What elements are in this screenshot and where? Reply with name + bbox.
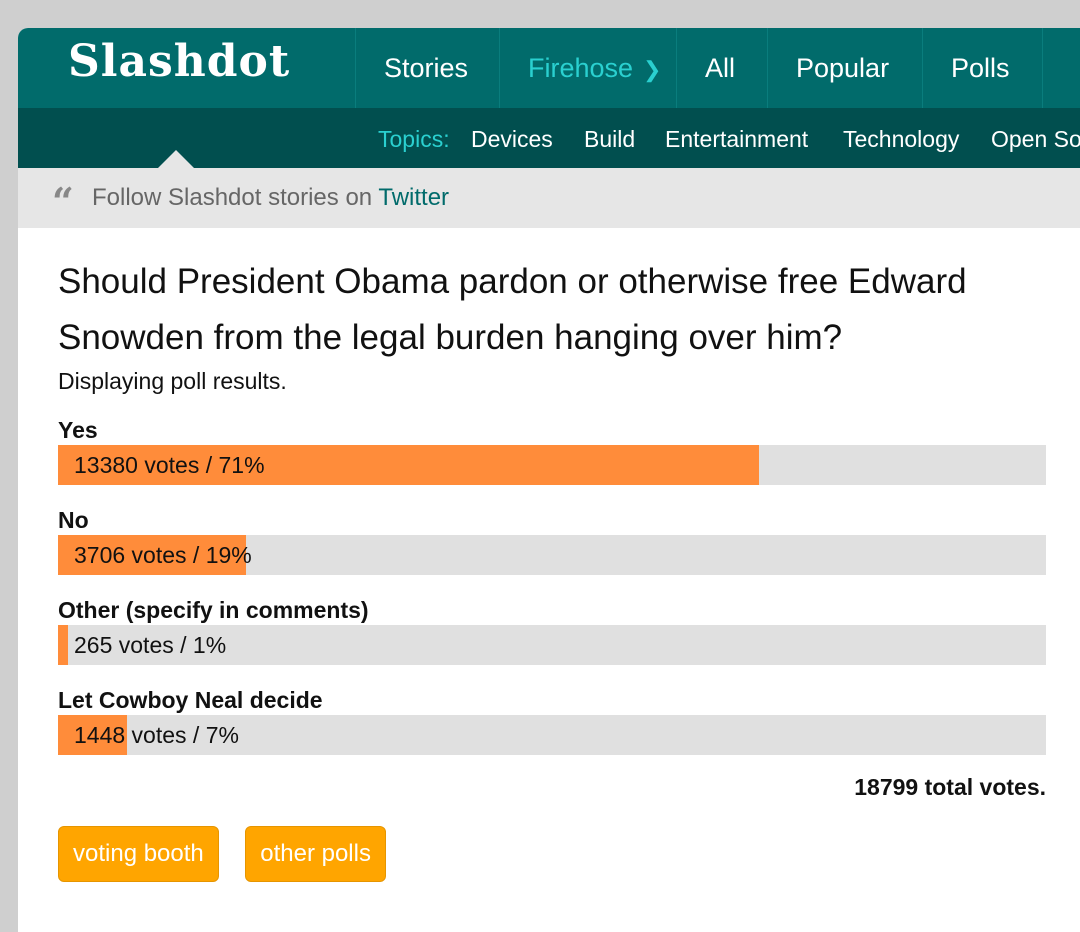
result-text: 13380 votes / 71%	[74, 452, 265, 478]
poll-option: No 3706 votes / 19%	[58, 505, 1048, 575]
follow-message: Follow Slashdot stories on	[92, 184, 379, 211]
nav-popular[interactable]: Popular	[767, 28, 917, 108]
chevron-right-icon: ❯	[643, 57, 662, 82]
poll-results: Should President Obama pardon or otherwi…	[58, 254, 1048, 882]
topics-label: Topics:	[378, 126, 450, 152]
option-label: No	[58, 507, 89, 533]
result-bar: 265 votes / 1%	[58, 625, 1046, 665]
nav-firehose[interactable]: Firehose ❯	[499, 28, 681, 108]
topic-open-source[interactable]: Open So	[991, 108, 1080, 168]
other-polls-button[interactable]: other polls	[245, 826, 386, 882]
result-text: 265 votes / 1%	[74, 632, 227, 658]
poll-option: Other (specify in comments) 265 votes / …	[58, 595, 1048, 665]
nav-all-label: All	[705, 53, 736, 83]
top-nav: Slashdot Stories Firehose ❯ All Popular P…	[18, 28, 1080, 108]
topic-build[interactable]: Build	[584, 108, 635, 168]
nav-firehose-label: Firehose	[528, 53, 634, 83]
slashdot-logo[interactable]: Slashdot	[68, 36, 290, 87]
topic-entertainment[interactable]: Entertainment	[665, 108, 808, 168]
browser-viewport: Slashdot Stories Firehose ❯ All Popular P…	[18, 28, 1080, 932]
poll-question: Should President Obama pardon or otherwi…	[58, 262, 967, 357]
result-bar: 1448 votes / 7%	[58, 715, 1046, 755]
nav-all[interactable]: All	[676, 28, 763, 108]
topic-devices[interactable]: Devices	[471, 108, 553, 168]
quote-icon: “	[52, 179, 74, 224]
option-label: Yes	[58, 417, 98, 443]
nav-stories[interactable]: Stories	[355, 28, 496, 108]
option-label: Let Cowboy Neal decide	[58, 687, 323, 713]
nav-divider	[1042, 28, 1080, 108]
result-bar-fill	[58, 625, 68, 665]
twitter-link[interactable]: Twitter	[378, 184, 449, 211]
active-pointer	[158, 150, 194, 168]
nav-stories-label: Stories	[384, 53, 469, 83]
poll-subtitle: Displaying poll results.	[58, 368, 287, 394]
follow-text: Follow Slashdot stories on Twitter	[92, 184, 449, 212]
result-bar: 3706 votes / 19%	[58, 535, 1046, 575]
follow-bar: “ Follow Slashdot stories on Twitter	[18, 168, 1080, 228]
option-label: Other (specify in comments)	[58, 597, 369, 623]
result-text: 1448 votes / 7%	[74, 722, 239, 748]
poll-option: Yes 13380 votes / 71%	[58, 415, 1048, 485]
result-bar: 13380 votes / 71%	[58, 445, 1046, 485]
nav-polls[interactable]: Polls	[922, 28, 1038, 108]
topic-technology[interactable]: Technology	[843, 108, 959, 168]
nav-popular-label: Popular	[796, 53, 890, 83]
voting-booth-button[interactable]: voting booth	[58, 826, 219, 882]
total-votes: 18799 total votes.	[854, 774, 1046, 800]
poll-actions: voting booth other polls	[58, 826, 1048, 882]
result-text: 3706 votes / 19%	[74, 542, 252, 568]
nav-polls-label: Polls	[951, 53, 1010, 83]
poll-option: Let Cowboy Neal decide 1448 votes / 7%	[58, 685, 1048, 755]
